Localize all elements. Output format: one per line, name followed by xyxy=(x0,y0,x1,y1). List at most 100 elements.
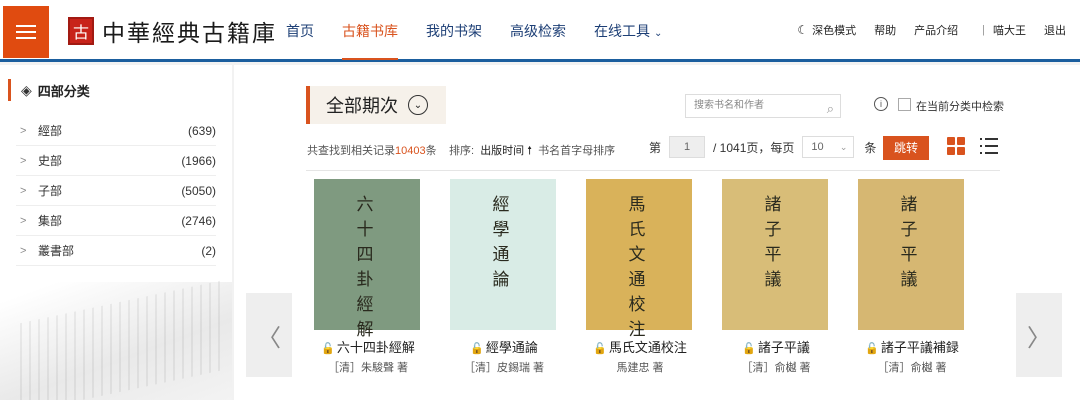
sort-by-date[interactable]: 出版时间 🠕 xyxy=(480,145,532,157)
book-cover-text: 諸子平議 xyxy=(764,195,782,290)
nav-online-tools[interactable]: 在线工具 ⌄ xyxy=(594,0,662,59)
unlock-icon: 🔓 xyxy=(742,343,756,355)
product-intro-link[interactable]: 产品介绍 xyxy=(914,22,958,38)
book-title[interactable]: 🔓 六十四卦經解 xyxy=(306,337,430,356)
sidebar-item-count: (1966) xyxy=(181,153,216,168)
sidebar-item-count: (639) xyxy=(187,123,216,138)
chevron-right-icon: > xyxy=(20,124,27,137)
chevron-down-circle-icon: ⌄ xyxy=(408,95,428,115)
result-stats: 共查找到相关记录10403条 xyxy=(307,142,437,158)
sidebar-title: ◈ 四部分类 xyxy=(8,79,90,101)
logo-seal-icon: 古 xyxy=(68,17,94,45)
sidebar-item-label: 集部 xyxy=(38,214,63,228)
pager-prefix: 第 xyxy=(649,140,662,155)
book-title-text: 馬氏文通校注 xyxy=(608,340,687,355)
sidebar-item-jing[interactable]: > 經部 (639) xyxy=(16,116,216,146)
book-title[interactable]: 🔓 馬氏文通校注 xyxy=(578,337,702,356)
go-button[interactable]: 跳转 xyxy=(883,136,929,160)
chevron-left-icon: 〈 xyxy=(257,324,281,352)
arrow-up-icon: 🠕 xyxy=(527,145,532,157)
sidebar-item-count: (2) xyxy=(201,243,216,258)
sidebar-item-zi[interactable]: > 子部 (5050) xyxy=(16,176,216,206)
dark-mode-toggle[interactable]: ☾ 深色模式 xyxy=(797,22,856,38)
stats-count: 10403 xyxy=(395,145,426,157)
search-placeholder: 搜索书名和作者 xyxy=(694,100,764,111)
search-in-category-checkbox[interactable] xyxy=(898,98,911,111)
book-title-text: 諸子平議補録 xyxy=(880,340,959,355)
layers-icon: ◈ xyxy=(21,81,32,98)
book-title[interactable]: 🔓 諸子平議補録 xyxy=(850,337,974,356)
book-title[interactable]: 🔓 諸子平議 xyxy=(714,337,838,356)
stats-prefix: 共查找到相关记录 xyxy=(307,145,395,157)
sidebar-item-label: 史部 xyxy=(38,154,63,168)
chevron-right-icon: > xyxy=(20,184,27,197)
dark-mode-label: 深色模式 xyxy=(812,24,857,37)
sidebar-item-count: (5050) xyxy=(181,183,216,198)
book-cover-text: 馬氏文通校注 xyxy=(628,195,646,340)
sidebar-item-ji[interactable]: > 集部 (2746) xyxy=(16,206,216,236)
list-view-icon[interactable] xyxy=(980,137,998,155)
carousel-prev-button[interactable]: 〈 xyxy=(246,293,292,377)
book-cover[interactable]: 諸子平議 xyxy=(722,179,828,330)
unlock-icon: 🔓 xyxy=(593,343,607,355)
book-author: ［清］俞樾 著 xyxy=(877,362,947,374)
menu-icon xyxy=(16,31,36,33)
chevron-right-icon: > xyxy=(20,214,27,227)
sort-label: 排序: xyxy=(449,145,475,157)
book-title-text: 經學通論 xyxy=(485,340,538,355)
book-cover[interactable]: 諸子平議 xyxy=(858,179,964,330)
user-name[interactable]: 喵大王 xyxy=(993,22,1026,38)
main-content: 全部期次 ⌄ 搜索书名和作者 ⌕ i 在当前分类中检索 共查找到相关记录1040… xyxy=(234,65,1080,400)
book-title[interactable]: 🔓 經學通論 xyxy=(442,337,566,356)
per-suffix: 条 xyxy=(864,140,877,155)
header-separator: | xyxy=(982,23,985,36)
top-header: 古 中華經典古籍庫 首页 古籍书库 我的书架 高级检索 在线工具 ⌄ ☾ 深色模式 … xyxy=(0,0,1080,62)
divider xyxy=(306,170,1000,171)
main-nav: 首页 古籍书库 我的书架 高级检索 在线工具 ⌄ xyxy=(286,0,690,60)
page-size-select[interactable]: 10 ⌄ xyxy=(802,136,855,158)
search-in-category-label[interactable]: 在当前分类中检索 xyxy=(916,98,1004,114)
book-cover[interactable]: 六十四卦經解 xyxy=(314,179,420,340)
book-cover[interactable]: 馬氏文通校注 xyxy=(586,179,692,340)
sidebar-item-congshu[interactable]: > 叢書部 (2) xyxy=(16,236,216,266)
book-cover[interactable]: 經學通論 xyxy=(450,179,556,330)
logo-text: 中華經典古籍庫 xyxy=(102,21,277,47)
carousel-next-button[interactable]: 〉 xyxy=(1016,293,1062,377)
page-size-value: 10 xyxy=(811,141,824,153)
moon-icon: ☾ xyxy=(797,22,809,37)
hamburger-menu-button[interactable] xyxy=(3,6,49,58)
header-actions: ☾ 深色模式 帮助 产品介绍 | 喵大王 退出 xyxy=(779,0,1066,59)
book-author: ［清］俞樾 著 xyxy=(741,362,811,374)
book-title-text: 六十四卦經解 xyxy=(336,340,415,355)
book-grid: 六十四卦經解 🔓 六十四卦經解 ［清］朱駿聲 著 經學通論 🔓 經學通論 ［清］皮錫… xyxy=(306,179,1006,379)
sort-by-title[interactable]: 书名首字母排序 xyxy=(538,145,615,157)
nav-advanced-search[interactable]: 高级检索 xyxy=(510,0,566,59)
nav-ancient-library[interactable]: 古籍书库 xyxy=(342,0,398,60)
sidebar-item-shi[interactable]: > 史部 (1966) xyxy=(16,146,216,176)
period-title: 全部期次 xyxy=(326,96,398,116)
sort-controls: 排序: 出版时间 🠕 书名首字母排序 xyxy=(449,142,615,161)
nav-home[interactable]: 首页 xyxy=(286,0,314,59)
sidebar-item-label: 經部 xyxy=(38,124,63,138)
sidebar-decorative-image xyxy=(0,282,232,400)
search-input[interactable]: 搜索书名和作者 ⌕ xyxy=(685,94,841,118)
book-author: ［清］朱駿聲 著 xyxy=(327,362,409,374)
grid-view-icon[interactable] xyxy=(947,137,965,155)
page-number-input[interactable]: 1 xyxy=(669,136,706,158)
stats-suffix: 条 xyxy=(425,145,437,157)
info-icon[interactable]: i xyxy=(874,97,888,111)
site-logo[interactable]: 古 中華經典古籍庫 xyxy=(68,14,277,48)
pagination: 第 1 / 1041页，每页 10 ⌄ 条 xyxy=(649,136,876,158)
search-icon[interactable]: ⌕ xyxy=(827,98,834,120)
unlock-icon: 🔓 xyxy=(321,343,335,355)
logout-link[interactable]: 退出 xyxy=(1044,22,1066,38)
book-author: 馬建忠 著 xyxy=(616,362,664,374)
nav-my-bookshelf[interactable]: 我的书架 xyxy=(426,0,482,59)
book-author: ［清］皮錫瑞 著 xyxy=(463,362,545,374)
period-selector[interactable]: 全部期次 ⌄ xyxy=(306,86,446,124)
chevron-down-icon: ⌄ xyxy=(839,142,848,152)
unlock-icon: 🔓 xyxy=(470,343,484,355)
help-link[interactable]: 帮助 xyxy=(874,22,896,38)
book-title-text: 諸子平議 xyxy=(757,340,810,355)
book-cover-text: 六十四卦經解 xyxy=(356,195,374,340)
